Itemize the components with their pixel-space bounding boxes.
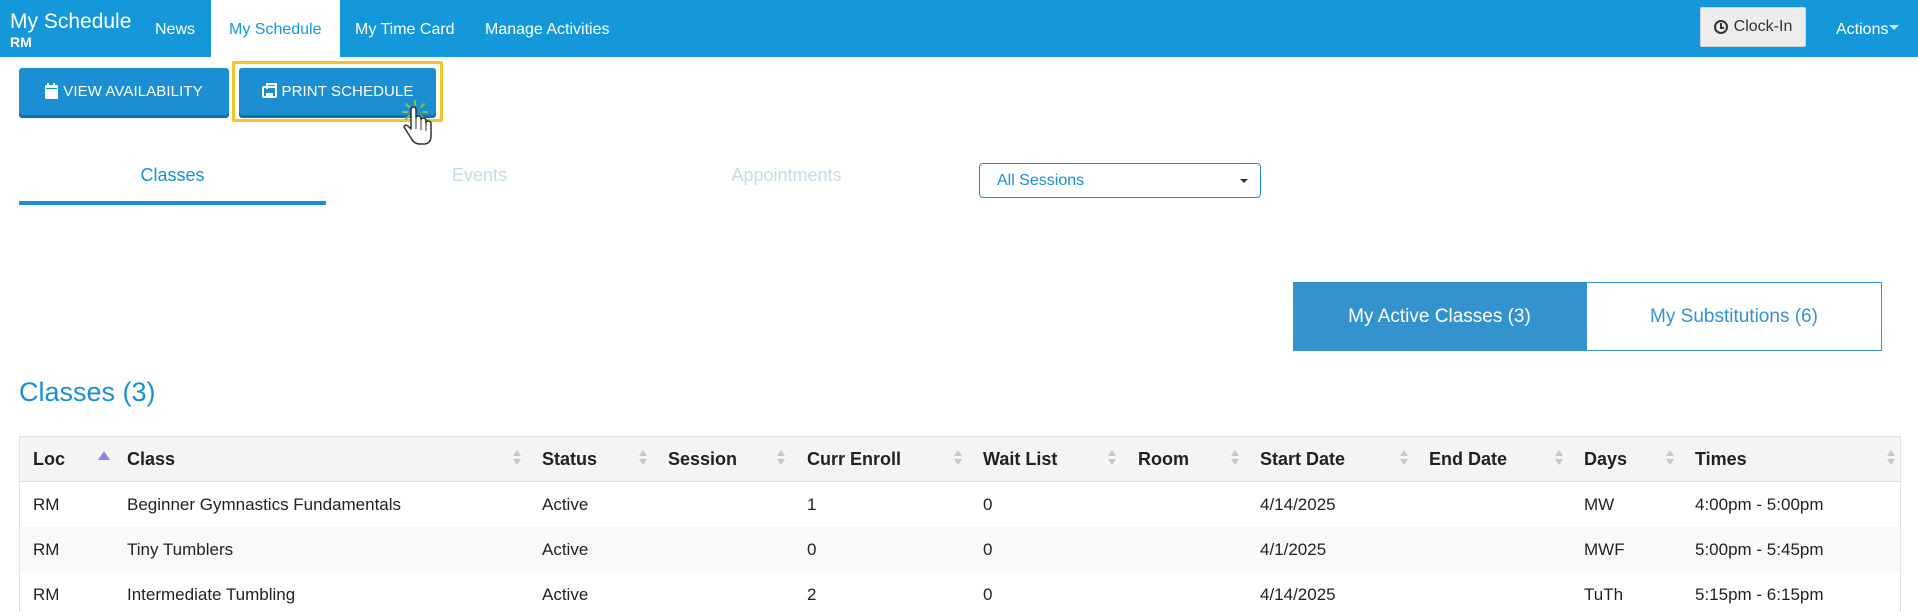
cell-days: TuTh bbox=[1584, 585, 1624, 604]
cell-start-date: 4/14/2025 bbox=[1260, 495, 1336, 514]
cell-class: Beginner Gymnastics Fundamentals bbox=[127, 495, 402, 514]
nav-item-my-schedule[interactable]: My Schedule bbox=[211, 0, 340, 57]
table-row: RM Beginner Gymnastics Fundamentals Acti… bbox=[20, 482, 1900, 527]
chevron-down-icon bbox=[1889, 25, 1900, 30]
column-header-days[interactable]: Days bbox=[1584, 437, 1627, 482]
tab-events[interactable]: Events bbox=[326, 163, 633, 205]
table-row: RM Intermediate Tumbling Active 2 0 4/14… bbox=[20, 572, 1900, 612]
view-availability-label: VIEW AVAILABILITY bbox=[63, 83, 203, 100]
cell-times: 4:00pm - 5:00pm bbox=[1695, 495, 1824, 514]
calendar-icon bbox=[45, 82, 59, 99]
column-header-class[interactable]: Class bbox=[127, 437, 175, 482]
sort-icon[interactable] bbox=[1666, 450, 1674, 468]
cell-start-date: 4/1/2025 bbox=[1260, 540, 1327, 559]
cell-days: MW bbox=[1584, 495, 1615, 514]
view-availability-button[interactable]: VIEW AVAILABILITY bbox=[19, 68, 229, 115]
sort-icon[interactable] bbox=[1108, 450, 1116, 468]
column-header-end-date[interactable]: End Date bbox=[1429, 437, 1507, 482]
chevron-down-icon bbox=[1240, 179, 1248, 183]
cell-class: Tiny Tumblers bbox=[127, 540, 234, 559]
cell-status: Active bbox=[542, 495, 589, 514]
column-header-times[interactable]: Times bbox=[1695, 437, 1747, 482]
table-row: RM Tiny Tumblers Active 0 0 4/1/2025 MWF… bbox=[20, 527, 1900, 572]
tab-appointments[interactable]: Appointments bbox=[633, 163, 940, 205]
sort-icon[interactable] bbox=[1231, 450, 1239, 468]
column-header-loc[interactable]: Loc bbox=[33, 437, 65, 482]
clock-icon bbox=[1713, 20, 1728, 34]
sort-icon[interactable] bbox=[954, 450, 962, 468]
cell-loc: RM bbox=[33, 540, 60, 559]
brand: My Schedule RM bbox=[10, 10, 131, 50]
my-substitutions-toggle[interactable]: My Substitutions (6) bbox=[1586, 282, 1882, 351]
sort-icon[interactable] bbox=[639, 450, 647, 468]
cell-status: Active bbox=[542, 585, 589, 604]
brand-title: My Schedule bbox=[10, 10, 132, 33]
brand-subtitle: RM bbox=[10, 34, 32, 50]
cell-curr-enroll: 2 bbox=[807, 585, 817, 604]
tab-classes[interactable]: Classes bbox=[19, 163, 326, 205]
printer-icon bbox=[261, 82, 277, 98]
cell-class: Intermediate Tumbling bbox=[127, 585, 296, 604]
cell-loc: RM bbox=[33, 495, 60, 514]
cell-wait-list: 0 bbox=[983, 495, 993, 514]
nav-item-news[interactable]: News bbox=[137, 0, 213, 57]
column-header-session[interactable]: Session bbox=[668, 437, 737, 482]
sort-icon[interactable] bbox=[777, 450, 785, 468]
cell-days: MWF bbox=[1584, 540, 1625, 559]
clock-in-button[interactable]: Clock-In bbox=[1700, 7, 1806, 47]
nav-item-manage-activities[interactable]: Manage Activities bbox=[467, 0, 628, 57]
my-active-classes-toggle[interactable]: My Active Classes (3) bbox=[1293, 282, 1586, 351]
cell-curr-enroll: 1 bbox=[807, 495, 817, 514]
sort-icon[interactable] bbox=[1400, 450, 1408, 468]
session-select-value: All Sessions bbox=[997, 172, 1085, 189]
sort-ascending-icon[interactable] bbox=[98, 451, 110, 460]
classes-table: Loc Class Status Session Curr Enroll Wai… bbox=[19, 436, 1901, 612]
column-header-room[interactable]: Room bbox=[1138, 437, 1189, 482]
cell-wait-list: 0 bbox=[983, 540, 993, 559]
column-header-status[interactable]: Status bbox=[542, 437, 597, 482]
cell-times: 5:15pm - 6:15pm bbox=[1695, 585, 1824, 604]
nav-item-my-time-card[interactable]: My Time Card bbox=[337, 0, 473, 57]
hand-cursor-icon bbox=[402, 100, 432, 145]
actions-menu[interactable]: Actions bbox=[1836, 0, 1900, 57]
column-header-curr-enroll[interactable]: Curr Enroll bbox=[807, 437, 901, 482]
cell-wait-list: 0 bbox=[983, 585, 993, 604]
table-header: Loc Class Status Session Curr Enroll Wai… bbox=[20, 437, 1900, 482]
top-navbar: My Schedule RM News My Schedule My Time … bbox=[0, 0, 1918, 57]
cell-times: 5:00pm - 5:45pm bbox=[1695, 540, 1824, 559]
section-title: Classes (3) bbox=[19, 377, 156, 407]
cell-start-date: 4/14/2025 bbox=[1260, 585, 1336, 604]
sort-icon[interactable] bbox=[1887, 450, 1895, 468]
session-select[interactable]: All Sessions bbox=[979, 163, 1261, 198]
cell-curr-enroll: 0 bbox=[807, 540, 817, 559]
actions-label: Actions bbox=[1836, 21, 1889, 38]
cell-status: Active bbox=[542, 540, 589, 559]
sort-icon[interactable] bbox=[1555, 450, 1563, 468]
column-header-wait-list[interactable]: Wait List bbox=[983, 437, 1057, 482]
column-header-start-date[interactable]: Start Date bbox=[1260, 437, 1345, 482]
cell-loc: RM bbox=[33, 585, 60, 604]
sort-icon[interactable] bbox=[513, 450, 521, 468]
clock-in-label: Clock-In bbox=[1733, 18, 1793, 35]
print-schedule-label: PRINT SCHEDULE bbox=[281, 83, 414, 100]
